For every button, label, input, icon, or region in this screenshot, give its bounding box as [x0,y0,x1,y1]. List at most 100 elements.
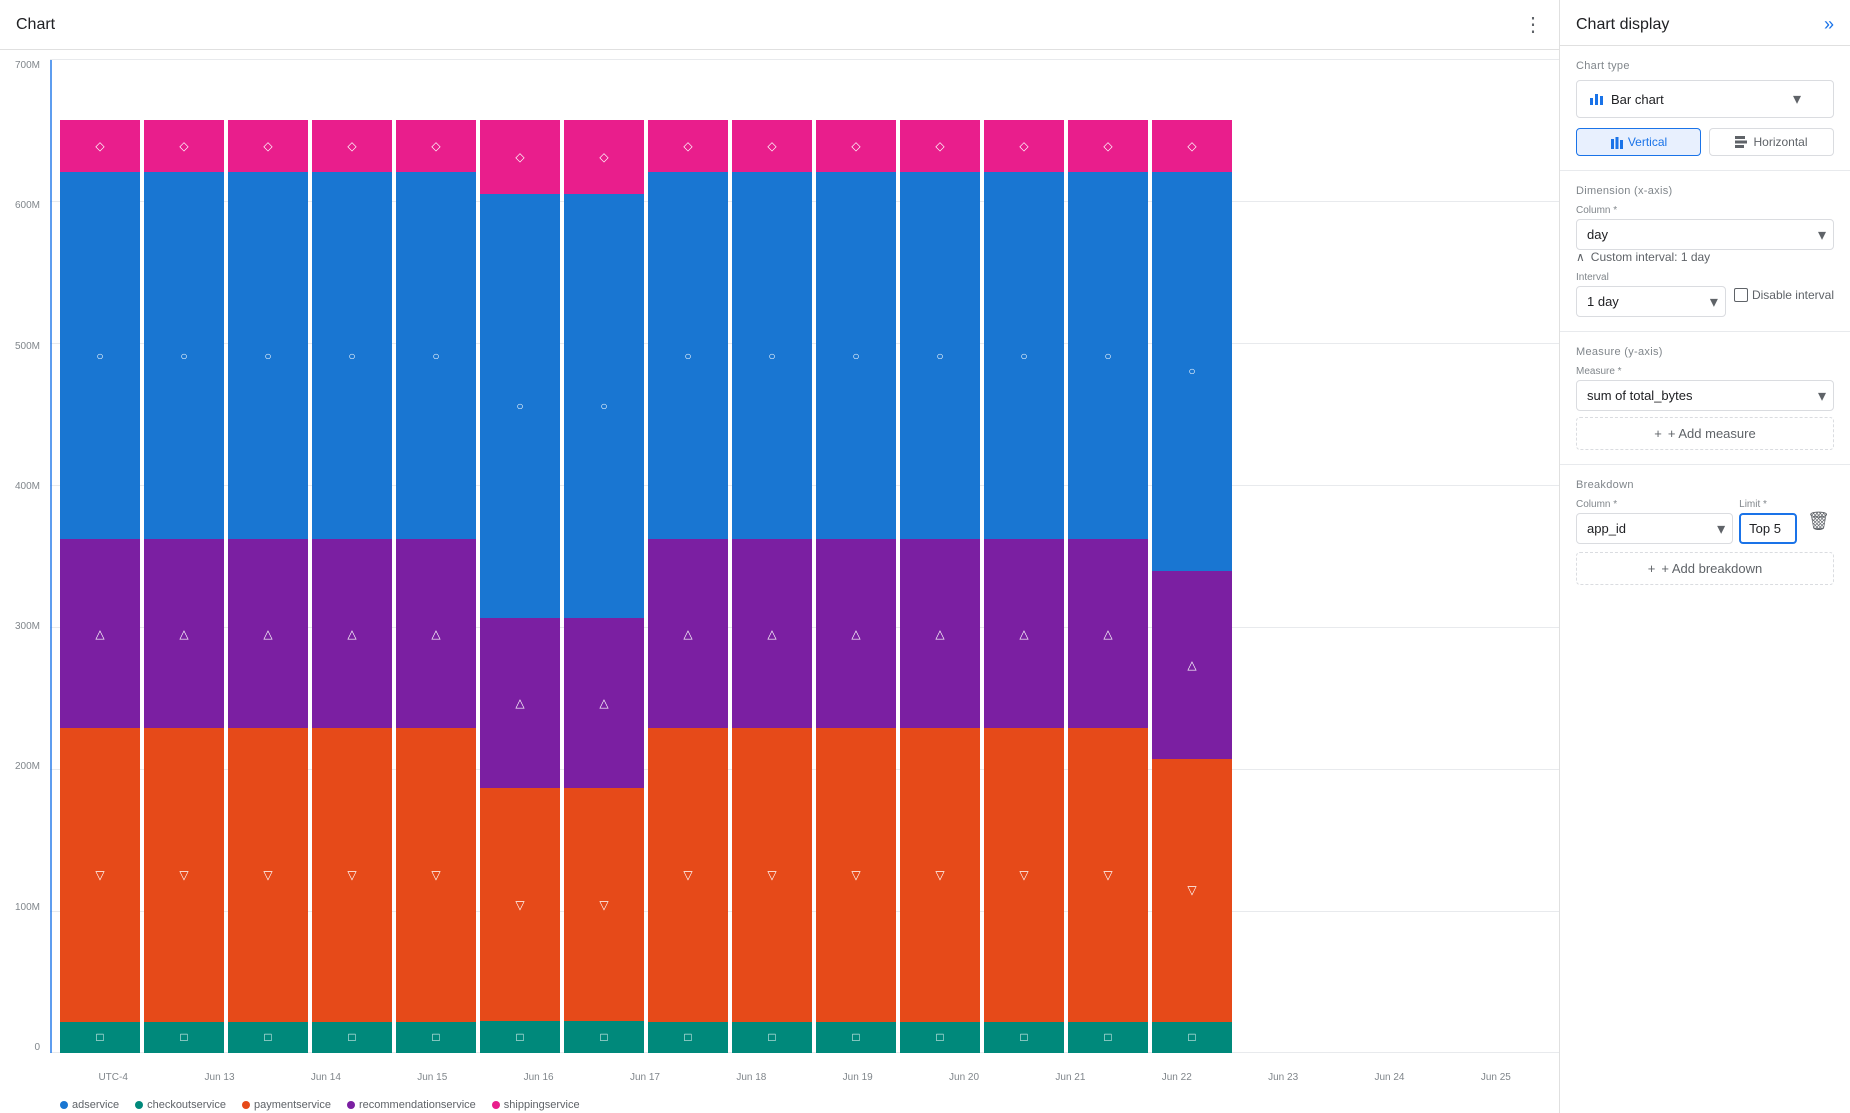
legend-color-dot [60,1101,68,1109]
vertical-label: Vertical [1628,135,1667,149]
bar-segment-blue: ○ [1068,172,1148,539]
column-select-wrapper: day [1576,219,1834,250]
add-measure-button[interactable]: + + Add measure [1576,417,1834,450]
chart-title: Chart [16,16,55,34]
disable-interval-checkbox[interactable] [1734,288,1748,302]
x-axis-label: Jun 24 [1336,1072,1442,1083]
add-breakdown-button[interactable]: + + Add breakdown [1576,552,1834,585]
delete-breakdown-icon[interactable]: 🗑 [1803,507,1834,536]
breakdown-col-wrapper: app_id service_name region [1576,513,1733,544]
bar-segment-orange: ▽ [816,728,896,1022]
bar-segment-blue: ○ [228,172,308,539]
bar-segment-teal: □ [144,1022,224,1053]
bar-segment-teal: □ [900,1022,980,1053]
limit-label: Limit * [1739,499,1797,510]
dimension-label: Dimension (x-axis) [1576,185,1834,197]
bar-group: □▽△○◇ [480,60,560,1053]
x-axis-label: Jun 15 [379,1072,485,1083]
y-label-100m: 100M [4,902,46,913]
bar-segment-orange: ▽ [228,728,308,1022]
bar-segment-pink: ◇ [900,120,980,172]
bar-segment-pink: ◇ [984,120,1064,172]
bar-segment-orange: ▽ [984,728,1064,1022]
bar-segment-pink: ◇ [60,120,140,172]
y-label-700m: 700M [4,60,46,71]
bar-segment-purple: △ [564,618,644,788]
bar-segment-blue: ○ [144,172,224,539]
vertical-button[interactable]: Vertical [1576,128,1701,156]
bar-segment-blue: ○ [732,172,812,539]
bar-segment-orange: ▽ [1152,759,1232,1021]
y-label-0: 0 [4,1042,46,1053]
interval-label: Interval [1576,272,1726,283]
bar-segment-teal: □ [984,1022,1064,1053]
bar-group: □▽△○◇ [984,60,1064,1053]
breakdown-section-label: Breakdown [1576,479,1834,491]
bar-segment-teal: □ [60,1022,140,1053]
panel-header: Chart display » [1560,0,1850,46]
legend-color-dot [347,1101,355,1109]
bar-segment-teal: □ [1152,1022,1232,1053]
right-panel: Chart display » Chart type Bar chart ▾ [1560,0,1850,1113]
bar-segment-blue: ○ [816,172,896,539]
chevron-up-icon: ∧ [1576,250,1585,264]
interval-select-wrapper: 1 day 1 hour 1 week [1576,286,1726,317]
bar-segment-orange: ▽ [144,728,224,1022]
chart-legend: adservicecheckoutservicepaymentservicere… [50,1099,1559,1111]
bar-segment-orange: ▽ [396,728,476,1022]
more-options-icon[interactable]: ⋮ [1523,12,1543,37]
bar-segment-teal: □ [1068,1022,1148,1053]
custom-interval-toggle[interactable]: ∧ Custom interval: 1 day [1576,250,1834,264]
bar-group: □▽△○◇ [144,60,224,1053]
panel-expand-icon[interactable]: » [1824,14,1834,35]
bar-group: □▽△○◇ [1068,60,1148,1053]
bar-segment-pink: ◇ [228,120,308,172]
bar-segment-purple: △ [312,539,392,728]
horizontal-button[interactable]: Horizontal [1709,128,1834,156]
bar-segment-purple: △ [60,539,140,728]
bar-segment-blue: ○ [984,172,1064,539]
bar-group: □▽△○◇ [732,60,812,1053]
bar-segment-orange: ▽ [564,788,644,1021]
custom-interval-label: Custom interval: 1 day [1591,250,1710,264]
bar-segment-purple: △ [648,539,728,728]
orientation-buttons: Vertical Horizontal [1576,128,1834,156]
bar-segment-orange: ▽ [60,728,140,1022]
y-label-200m: 200M [4,761,46,772]
bar-segment-pink: ◇ [1152,120,1232,172]
bar-group: □▽△○◇ [1152,60,1232,1053]
bar-segment-pink: ◇ [564,120,644,194]
breakdown-col-select[interactable]: app_id service_name region [1576,513,1733,544]
x-axis-label: Jun 22 [1124,1072,1230,1083]
limit-input[interactable] [1739,513,1797,544]
bar-segment-teal: □ [396,1022,476,1053]
chart-type-select[interactable]: Bar chart ▾ [1576,80,1834,118]
measure-section-label: Measure (y-axis) [1576,346,1834,358]
chart-plot: □▽△○◇□▽△○◇□▽△○◇□▽△○◇□▽△○◇□▽△○◇□▽△○◇□▽△○◇… [50,60,1559,1053]
add-breakdown-plus-icon: + [1648,561,1656,576]
bar-segment-blue: ○ [60,172,140,539]
bar-segment-blue: ○ [480,194,560,618]
interval-select[interactable]: 1 day 1 hour 1 week [1576,286,1726,317]
bar-segment-purple: △ [1152,571,1232,760]
bar-segment-purple: △ [816,539,896,728]
legend-item: checkoutservice [135,1099,226,1111]
bar-segment-orange: ▽ [480,788,560,1021]
horizontal-icon [1735,135,1749,149]
dimension-section: Dimension (x-axis) Column * day ∧ Custom… [1560,171,1850,332]
chart-type-value: Bar chart [1611,92,1664,107]
breakdown-col-label: Column * [1576,499,1733,510]
column-select[interactable]: day [1576,219,1834,250]
bar-segment-teal: □ [312,1022,392,1053]
bar-segment-orange: ▽ [312,728,392,1022]
bar-segment-teal: □ [732,1022,812,1053]
legend-color-dot [135,1101,143,1109]
horizontal-label: Horizontal [1753,135,1807,149]
x-axis-label: Jun 18 [698,1072,804,1083]
measure-select[interactable]: sum of total_bytes count avg of total_by… [1576,380,1834,411]
breakdown-section: Breakdown Column * app_id service_name r… [1560,465,1850,599]
add-breakdown-label: + Add breakdown [1661,561,1762,576]
limit-wrapper: Limit * [1739,499,1797,544]
bar-segment-orange: ▽ [900,728,980,1022]
bar-segment-purple: △ [900,539,980,728]
